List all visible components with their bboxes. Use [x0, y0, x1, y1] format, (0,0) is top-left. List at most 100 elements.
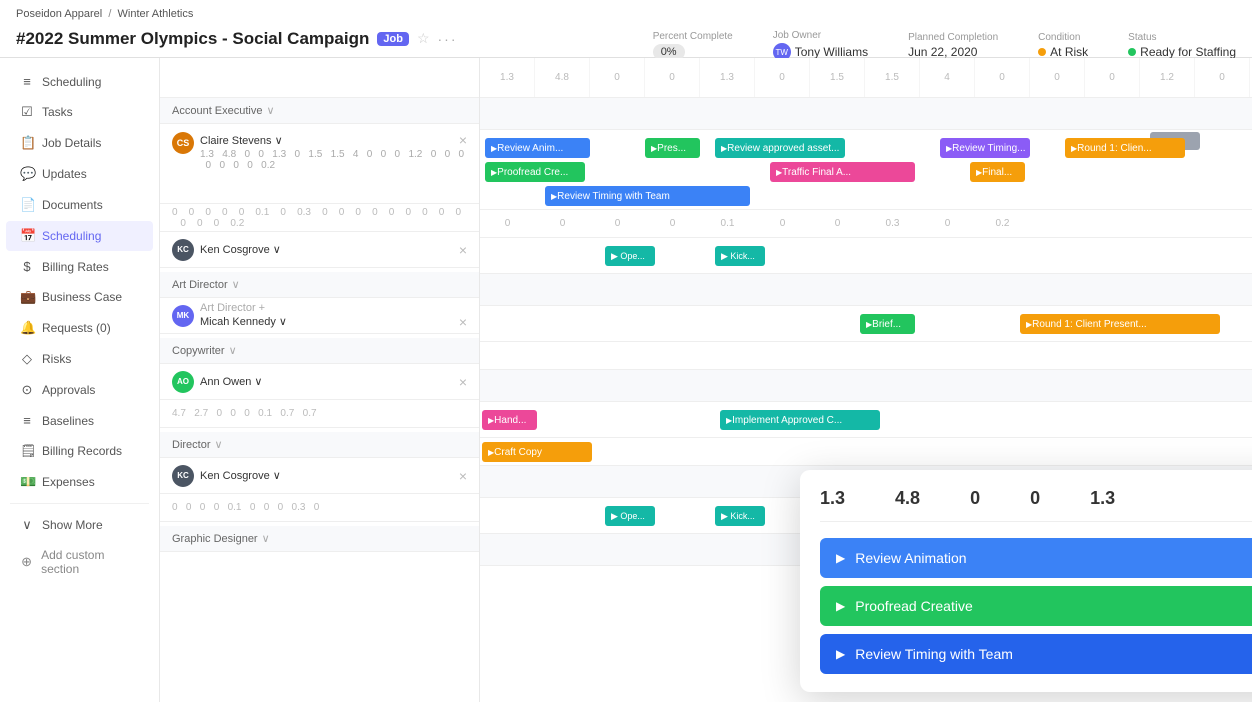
sidebar-item-add-custom[interactable]: ⊕ Add custom section [6, 541, 153, 583]
claire-close-btn[interactable]: × [459, 132, 467, 148]
sidebar-item-scheduling[interactable]: 📅 Scheduling [6, 221, 153, 251]
ann-info: Ann Owen ∨ × [200, 374, 467, 390]
ken-dir-close-btn[interactable]: × [459, 468, 467, 484]
popup-review-animation-btn[interactable]: ▶ Review Animation [820, 538, 1252, 578]
project-title: #2022 Summer Olympics - Social Campaign [16, 29, 369, 49]
bar-craft-copy[interactable]: Craft Copy [482, 442, 592, 462]
sidebar-item-risks-label: Risks [42, 352, 71, 366]
sidebar-item-billing-records-label: Billing Records [42, 444, 122, 458]
bar-review-approved[interactable]: Review approved asset... [715, 138, 845, 158]
bar-final-orange[interactable]: Final... [970, 162, 1025, 182]
sidebar-item-approvals-label: Approvals [42, 383, 95, 397]
ken-acct-avatar: KC [172, 239, 194, 261]
popup-review-animation-label: Review Animation [855, 550, 966, 566]
sidebar-item-billing-records[interactable]: 🗒 Billing Records [6, 436, 153, 466]
ken-dir-avatar: KC [172, 465, 194, 487]
graphic-designer-dropdown-icon[interactable]: ∨ [262, 532, 270, 545]
art-director-dropdown-icon[interactable]: ∨ [232, 278, 240, 291]
micah-avatar: MK [172, 305, 194, 327]
bar-round1-client-pres[interactable]: Round 1: Client Present... [1020, 314, 1220, 334]
breadcrumb: Poseidon Apparel / Winter Athletics [16, 8, 193, 20]
status-value: Ready for Staffing [1128, 45, 1236, 59]
more-options-icon[interactable]: ··· [438, 31, 458, 47]
person-row-ann: AO Ann Owen ∨ × [160, 364, 479, 400]
sidebar-item-tasks[interactable]: ☑ Tasks [6, 97, 153, 127]
bar-round1-client[interactable]: Round 1: Clien... [1065, 138, 1185, 158]
sidebar-item-requests[interactable]: 🔔 Requests (0) [6, 313, 153, 343]
sidebar-item-scheduling-top[interactable]: ≡ Scheduling [6, 67, 153, 96]
bar-review-timing-team-claire[interactable]: Review Timing with Team [545, 186, 750, 206]
sidebar-item-business-case[interactable]: 💼 Business Case [6, 282, 153, 312]
sidebar-item-show-more[interactable]: ∨ Show More [6, 510, 153, 540]
requests-icon: 🔔 [20, 320, 34, 336]
bar-review-anim[interactable]: Review Anim... [485, 138, 590, 158]
person-row-ken-director: KC Ken Cosgrove ∨ × [160, 458, 479, 494]
sidebar-item-tasks-label: Tasks [42, 105, 73, 119]
role-dropdown-icon[interactable]: ∨ [267, 104, 275, 117]
timeline-cell-7: 1.5 [810, 58, 865, 97]
timeline-cell-14: 0 [1195, 58, 1250, 97]
bar-ope-dir[interactable]: ▶ Ope... [605, 506, 655, 526]
task-popup: 1.3 4.8 0 0 1.3 ▶ Review Animation ▶ Pro… [800, 470, 1252, 692]
bar-review-timing-claire[interactable]: Review Timing... [940, 138, 1030, 158]
sidebar-item-risks[interactable]: ◇ Risks [6, 344, 153, 374]
sidebar-item-scheduling-top-label: Scheduling [42, 75, 101, 89]
bar-pres[interactable]: Pres... [645, 138, 700, 158]
sidebar-item-job-details[interactable]: 📋 Job Details [6, 128, 153, 158]
scheduling-top-icon: ≡ [20, 74, 34, 89]
status-dot [1128, 48, 1136, 56]
ann-close-btn[interactable]: × [459, 374, 467, 390]
role-director-label: Director [172, 439, 211, 451]
micah-close-btn[interactable]: × [459, 314, 467, 330]
timeline-cell-4: 0 [645, 58, 700, 97]
bar-kick[interactable]: ▶ Kick... [715, 246, 765, 266]
bar-brief[interactable]: Brief... [860, 314, 915, 334]
ann-numbers-row: 4.7 2.7 0 0 0 0.1 0.7 0.7 [160, 400, 479, 428]
role-row-graphic-designer: Graphic Designer ∨ [160, 526, 479, 552]
owner-label: Job Owner [773, 30, 821, 41]
bar-hand[interactable]: Hand... [482, 410, 537, 430]
director-dropdown-icon[interactable]: ∨ [215, 438, 223, 451]
sidebar-item-expenses[interactable]: 💵 Expenses [6, 467, 153, 497]
ann-avatar: AO [172, 371, 194, 393]
timeline-cell-11: 0 [1030, 58, 1085, 97]
gantt-row-ann: Hand... Implement Approved C... [480, 402, 1252, 438]
popup-proofread-creative-label: Proofread Creative [855, 598, 973, 614]
bar-implement-approved[interactable]: Implement Approved C... [720, 410, 880, 430]
gantt-role-account-executive [480, 98, 1252, 130]
expenses-icon: 💵 [20, 474, 34, 490]
bar-ope[interactable]: ▶ Ope... [605, 246, 655, 266]
gantt-left-panel: Account Executive ∨ CS Claire Stevens ∨ … [160, 58, 480, 702]
completion-label: Planned Completion [908, 32, 998, 43]
copywriter-dropdown-icon[interactable]: ∨ [229, 344, 237, 357]
popup-proofread-creative-btn[interactable]: ▶ Proofread Creative [820, 586, 1252, 626]
business-case-icon: 💼 [20, 289, 34, 305]
claire-avatar: CS [172, 132, 194, 154]
bar-proofread-cre[interactable]: Proofread Cre... [485, 162, 585, 182]
bar-traffic-final[interactable]: Traffic Final A... [770, 162, 915, 182]
top-header: Poseidon Apparel / Winter Athletics #202… [0, 0, 1252, 58]
sidebar-item-billing-rates[interactable]: $ Billing Rates [6, 252, 153, 281]
gantt-right-panel: 1.3 4.8 0 0 1.3 0 1.5 1.5 4 0 0 0 1.2 0 [480, 58, 1252, 702]
baselines-icon: ≡ [20, 413, 34, 428]
claire-numbers: 1.3 4.8 0 0 1.3 0 1.5 1.5 4 0 0 0 1.2 0 … [200, 149, 467, 171]
popup-num-4: 0 [1030, 488, 1040, 509]
sidebar-item-documents[interactable]: 📄 Documents [6, 190, 153, 220]
timeline-cell-5: 1.3 [700, 58, 755, 97]
sidebar-item-baselines[interactable]: ≡ Baselines [6, 406, 153, 435]
billing-rates-icon: $ [20, 259, 34, 274]
sidebar-item-business-case-label: Business Case [42, 290, 122, 304]
risks-icon: ◇ [20, 351, 34, 367]
micah-name-row: Micah Kennedy ∨ × [200, 314, 467, 330]
ken-acct-close-btn[interactable]: × [459, 242, 467, 258]
popup-num-2: 4.8 [895, 488, 920, 509]
gantt-row-micah: Brief... Round 1: Client Present... [480, 306, 1252, 342]
popup-num-3: 0 [970, 488, 980, 509]
sidebar-item-baselines-label: Baselines [42, 414, 94, 428]
star-icon[interactable]: ☆ [417, 30, 430, 47]
sidebar-item-updates[interactable]: 💬 Updates [6, 159, 153, 189]
popup-review-timing-btn[interactable]: ▶ Review Timing with Team [820, 634, 1252, 674]
bar-kick-dir[interactable]: ▶ Kick... [715, 506, 765, 526]
sidebar-item-approvals[interactable]: ⊙ Approvals [6, 375, 153, 405]
numbers-row-ken-acct: 0 0 0 0 0 0.1 0 0.3 0 0 0 0 0 0 0 0 0 0 … [160, 204, 479, 232]
